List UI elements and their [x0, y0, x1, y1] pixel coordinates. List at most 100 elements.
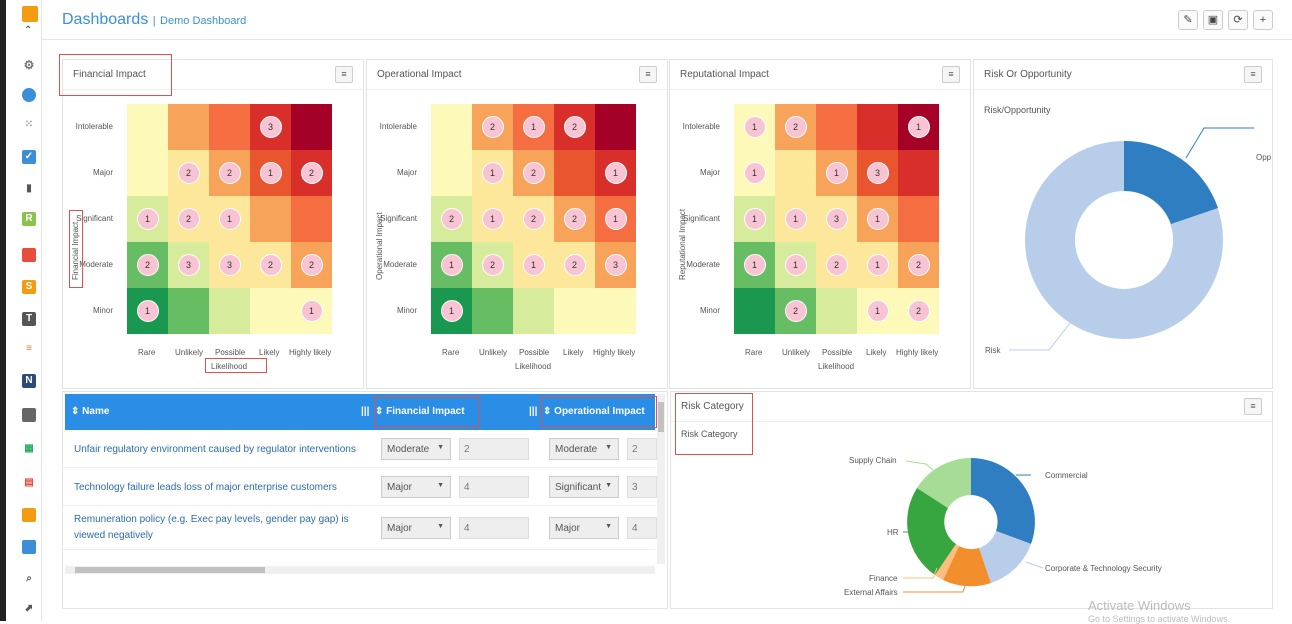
heatmap-cell[interactable]: 1 [209, 196, 250, 242]
count-bubble[interactable]: 1 [743, 254, 766, 276]
stack-icon[interactable]: ≡ [22, 342, 36, 356]
heatmap-cell[interactable]: 2 [816, 242, 857, 288]
financial-value-input[interactable]: 4 [459, 517, 529, 539]
table-row[interactable]: Remuneration policy (e.g. Exec pay level… [63, 506, 657, 550]
heatmap-cell[interactable]: 2 [513, 150, 554, 196]
heatmap-cell[interactable] [168, 104, 209, 150]
risk-name-link[interactable]: Technology failure leads loss of major e… [74, 480, 364, 496]
heatmap-cell[interactable] [898, 196, 939, 242]
heatmap-cell[interactable] [127, 150, 168, 196]
count-bubble[interactable]: 3 [825, 208, 848, 230]
menu-icon[interactable]: ≡ [335, 66, 353, 83]
document-icon[interactable] [22, 540, 36, 554]
heatmap-cell[interactable]: 1 [291, 288, 332, 334]
table-row[interactable]: Unfair regulatory environment caused by … [63, 430, 657, 468]
heatmap-cell[interactable] [554, 288, 595, 334]
count-bubble[interactable]: 2 [481, 116, 504, 138]
menu-icon[interactable]: ≡ [942, 66, 960, 83]
heatmap-cell[interactable]: 1 [595, 150, 636, 196]
heatmap-cell[interactable]: 2 [250, 242, 291, 288]
operational-select[interactable]: Significant ▼ [549, 476, 619, 498]
heatmap-cell[interactable]: 2 [513, 196, 554, 242]
heatmap-cell[interactable]: 1 [127, 288, 168, 334]
count-bubble[interactable]: 1 [522, 254, 545, 276]
count-bubble[interactable]: 2 [563, 254, 586, 276]
heatmap-cell[interactable]: 2 [291, 150, 332, 196]
r-icon[interactable]: R [22, 212, 36, 226]
heatmap-cell[interactable]: 1 [775, 196, 816, 242]
heatmap-cell[interactable]: 1 [734, 150, 775, 196]
heatmap-cell[interactable] [816, 288, 857, 334]
count-bubble[interactable]: 1 [604, 162, 627, 184]
menu-icon[interactable]: ≡ [639, 66, 657, 83]
count-bubble[interactable]: 1 [259, 162, 282, 184]
count-bubble[interactable]: 2 [563, 208, 586, 230]
heatmap-cell[interactable]: 3 [857, 150, 898, 196]
heatmap-cell[interactable] [431, 150, 472, 196]
settings-icon[interactable]: ⚙ [22, 58, 36, 72]
heatmap-cell[interactable] [291, 104, 332, 150]
column-header-name[interactable]: ⇕ Name [71, 406, 109, 417]
column-resize-handle[interactable]: ||| [529, 406, 537, 417]
heatmap-cell[interactable]: 1 [250, 150, 291, 196]
count-bubble[interactable]: 2 [907, 254, 930, 276]
heatmap-cell[interactable]: 1 [816, 150, 857, 196]
heatmap-cell[interactable]: 1 [857, 242, 898, 288]
count-bubble[interactable]: 2 [522, 162, 545, 184]
heatmap-cell[interactable]: 2 [168, 196, 209, 242]
count-bubble[interactable]: 3 [259, 116, 282, 138]
count-bubble[interactable]: 2 [177, 208, 200, 230]
count-bubble[interactable]: 1 [743, 208, 766, 230]
count-bubble[interactable]: 2 [440, 208, 463, 230]
heatmap-cell[interactable]: 2 [775, 104, 816, 150]
count-bubble[interactable]: 1 [481, 208, 504, 230]
heatmap-cell[interactable]: 3 [816, 196, 857, 242]
heatmap-cell[interactable] [209, 104, 250, 150]
risk-name-link[interactable]: Unfair regulatory environment caused by … [74, 442, 364, 458]
operational-select[interactable]: Moderate ▼ [549, 438, 619, 460]
count-bubble[interactable]: 2 [784, 300, 807, 322]
operational-value-input[interactable]: 3 [627, 476, 657, 498]
heatmap-cell[interactable] [513, 288, 554, 334]
count-bubble[interactable]: 2 [784, 116, 807, 138]
count-bubble[interactable]: 2 [177, 162, 200, 184]
count-bubble[interactable]: 1 [743, 162, 766, 184]
export-icon[interactable]: ⬈ [22, 602, 36, 616]
note-icon[interactable] [22, 508, 36, 522]
heatmap-cell[interactable]: 2 [431, 196, 472, 242]
heatmap-cell[interactable]: 1 [513, 242, 554, 288]
column-resize-handle[interactable]: ||| [361, 406, 369, 417]
globe-icon[interactable] [22, 88, 36, 102]
financial-select[interactable]: Moderate ▼ [381, 438, 451, 460]
heatmap-cell[interactable]: 2 [291, 242, 332, 288]
heatmap-cell[interactable]: 1 [472, 196, 513, 242]
pdf-button[interactable]: ▣ [1203, 10, 1223, 30]
count-bubble[interactable]: 2 [825, 254, 848, 276]
heatmap-cell[interactable]: 1 [734, 196, 775, 242]
heatmap-cell[interactable]: 1 [127, 196, 168, 242]
heatmap-cell[interactable]: 1 [775, 242, 816, 288]
heatmap-cell[interactable]: 2 [898, 288, 939, 334]
count-bubble[interactable]: 3 [218, 254, 241, 276]
collapse-icon[interactable]: ⌃ [24, 25, 32, 36]
heatmap-cell[interactable] [816, 104, 857, 150]
bar-chart-icon[interactable]: ▮ [22, 182, 36, 196]
count-bubble[interactable]: 1 [440, 254, 463, 276]
t-icon[interactable]: T [22, 312, 36, 326]
heatmap-cell[interactable]: 3 [250, 104, 291, 150]
financial-select[interactable]: Major ▼ [381, 476, 451, 498]
heatmap-cell[interactable]: 3 [168, 242, 209, 288]
scrollbar-thumb[interactable] [658, 402, 664, 432]
heatmap-cell[interactable]: 2 [898, 242, 939, 288]
search-icon[interactable]: ⌕ [22, 572, 36, 586]
heatmap-cell[interactable]: 1 [472, 150, 513, 196]
operational-value-input[interactable]: 2 [627, 438, 657, 460]
count-bubble[interactable]: 2 [522, 208, 545, 230]
count-bubble[interactable]: 2 [481, 254, 504, 276]
count-bubble[interactable]: 1 [866, 254, 889, 276]
count-bubble[interactable]: 3 [604, 254, 627, 276]
count-bubble[interactable]: 1 [218, 208, 241, 230]
count-bubble[interactable]: 1 [300, 300, 323, 322]
heatmap-cell[interactable]: 1 [857, 288, 898, 334]
heatmap-cell[interactable] [857, 104, 898, 150]
